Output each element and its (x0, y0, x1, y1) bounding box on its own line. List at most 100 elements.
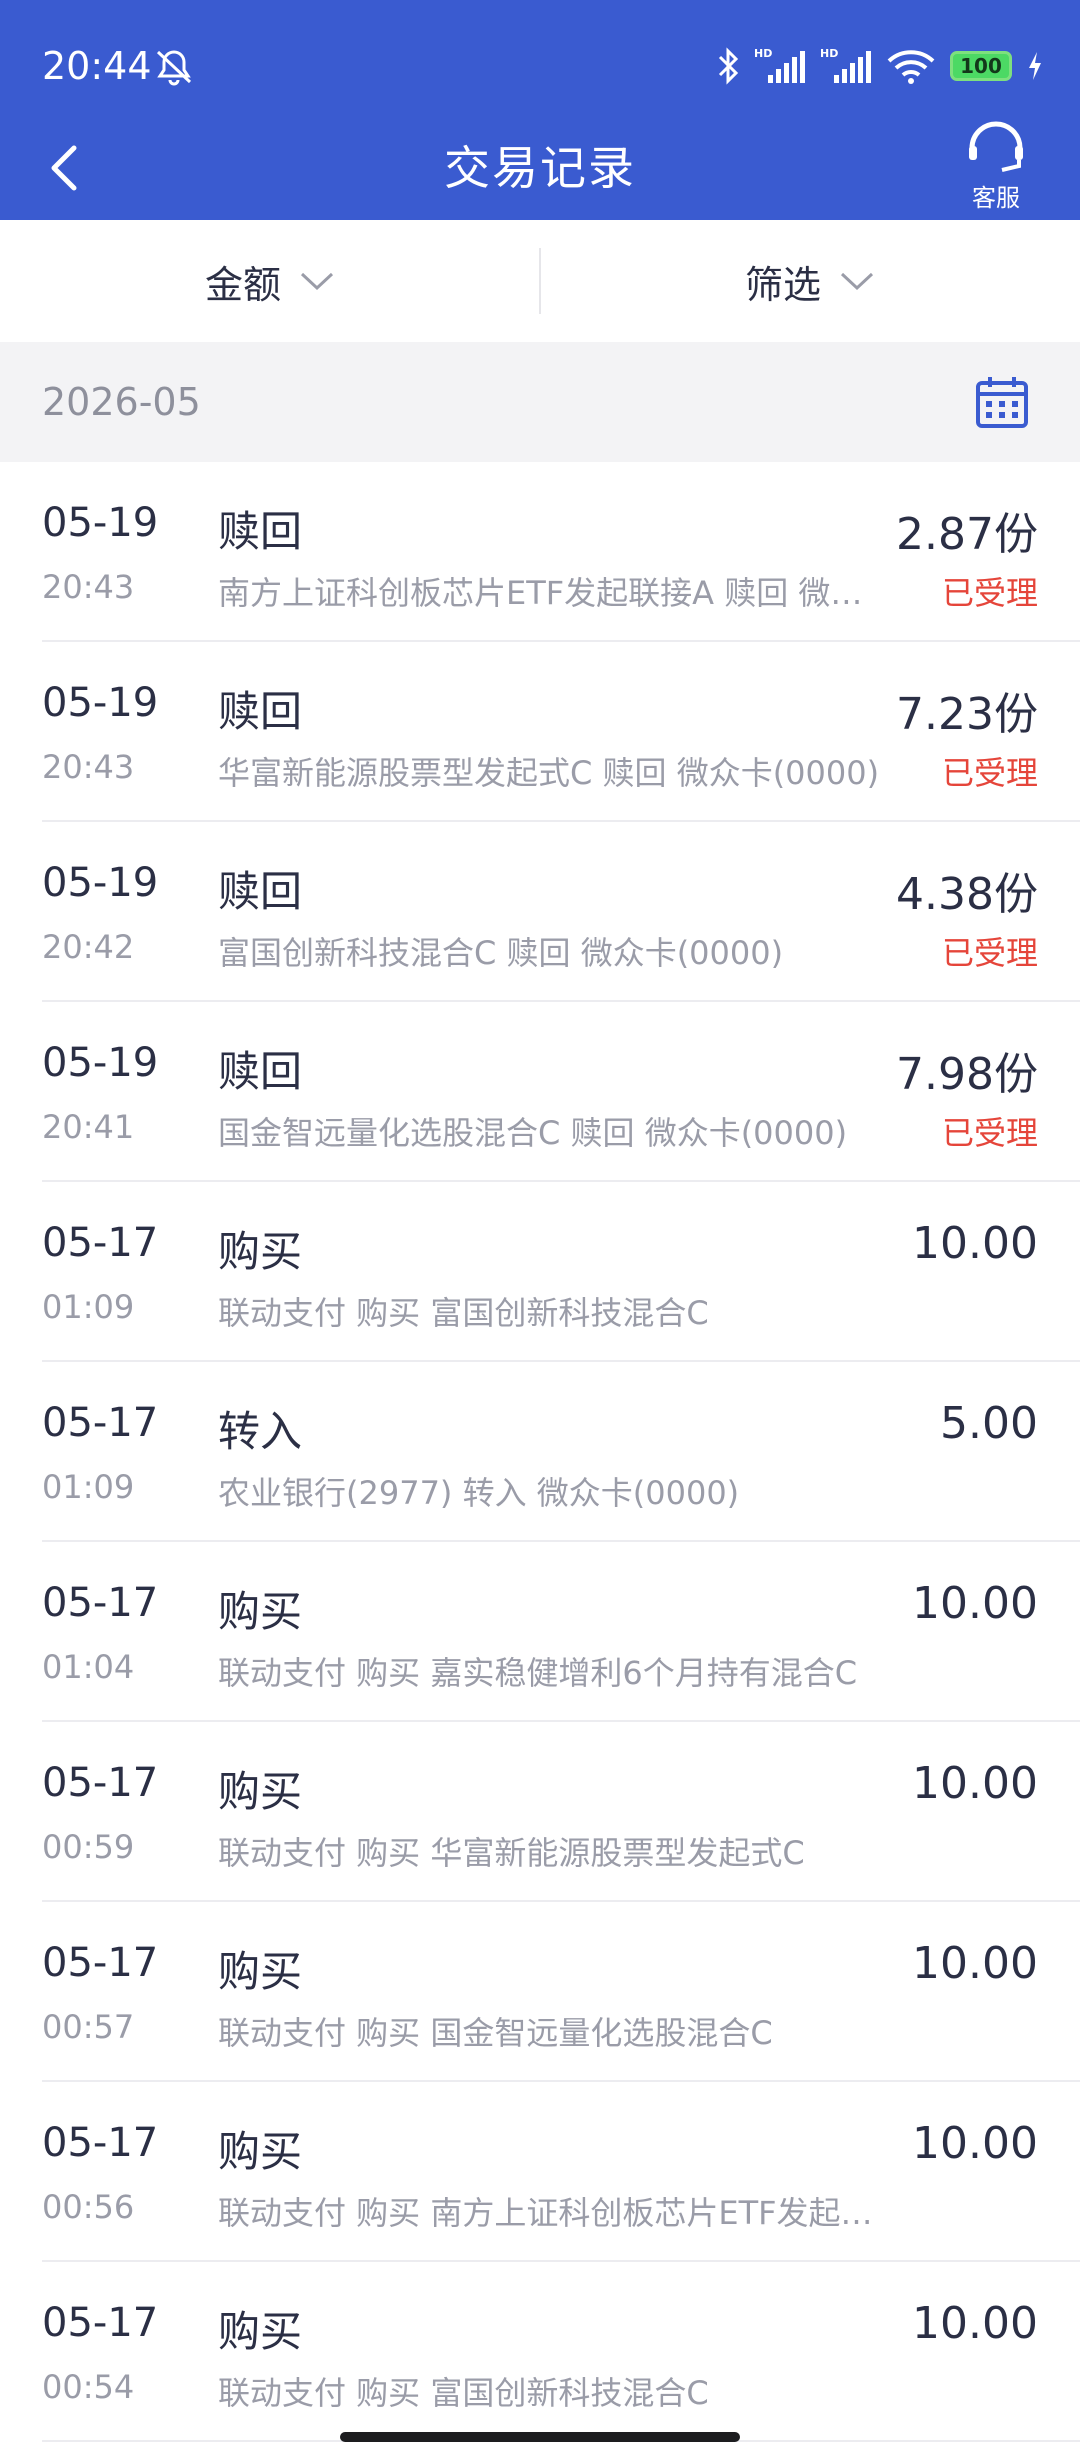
calendar-icon[interactable] (974, 374, 1030, 430)
tx-status: 已受理 (941, 1114, 1038, 1152)
tx-date: 05-17 (42, 1220, 159, 1266)
bluetooth-icon (718, 47, 739, 85)
amount-dropdown[interactable]: 金额 (0, 220, 540, 342)
tx-description: 联动支付 购买 富国创新科技混合C (218, 2374, 709, 2412)
tx-time: 00:59 (42, 1828, 135, 1866)
transaction-row[interactable]: 05-17 01:04 购买 联动支付 购买 嘉实稳健增利6个月持有混合C 10… (0, 1542, 1080, 1722)
tx-date: 05-17 (42, 1940, 159, 1986)
tx-amount: 10.00 (912, 2298, 1038, 2349)
transaction-list: 05-19 20:43 赎回 南方上证科创板芯片ETF发起联接A 赎回 微众卡(… (0, 462, 1080, 2442)
transaction-row[interactable]: 05-19 20:42 赎回 富国创新科技混合C 赎回 微众卡(0000) 4.… (0, 822, 1080, 1002)
signal-hd-icon-2: HD (820, 47, 871, 83)
home-indicator[interactable] (340, 2432, 740, 2442)
transaction-row[interactable]: 05-17 01:09 转入 农业银行(2977) 转入 微众卡(0000) 5… (0, 1362, 1080, 1542)
mute-bell-icon (156, 50, 192, 86)
tx-type: 购买 (218, 2307, 303, 2356)
tx-amount: 7.23份 (896, 689, 1038, 740)
tx-time: 01:09 (42, 1288, 135, 1326)
tx-time: 01:04 (42, 1648, 135, 1686)
status-bar: 20:44 HD HD 100 (0, 0, 1080, 135)
tx-description: 富国创新科技混合C 赎回 微众卡(0000) (218, 934, 784, 972)
tx-type: 转入 (218, 1407, 303, 1456)
transaction-row[interactable]: 05-17 01:09 购买 联动支付 购买 富国创新科技混合C 10.00 (0, 1182, 1080, 1362)
tx-type: 赎回 (218, 507, 303, 556)
tx-date: 05-17 (42, 1760, 159, 1806)
tx-description: 联动支付 购买 南方上证科创板芯片ETF发起联接A (218, 2194, 888, 2232)
tx-amount: 4.38份 (896, 869, 1038, 920)
tx-time: 00:54 (42, 2368, 135, 2406)
tx-description: 联动支付 购买 国金智远量化选股混合C (218, 2014, 773, 2052)
transaction-row[interactable]: 05-17 00:59 购买 联动支付 购买 华富新能源股票型发起式C 10.0… (0, 1722, 1080, 1902)
chevron-down-icon (840, 272, 874, 291)
tx-amount: 10.00 (912, 1758, 1038, 1809)
wifi-icon (887, 50, 935, 84)
transaction-row[interactable]: 05-17 00:57 购买 联动支付 购买 国金智远量化选股混合C 10.00 (0, 1902, 1080, 2082)
filter-dropdown-label: 筛选 (744, 262, 821, 307)
tx-time: 20:42 (42, 928, 135, 966)
tx-time: 20:41 (42, 1108, 135, 1146)
headset-icon (969, 121, 1023, 172)
tx-amount: 10.00 (912, 1938, 1038, 1989)
tx-amount: 10.00 (912, 1578, 1038, 1629)
tx-time: 20:43 (42, 748, 135, 786)
tx-description: 华富新能源股票型发起式C 赎回 微众卡(0000) (218, 754, 880, 792)
tx-time: 01:09 (42, 1468, 135, 1506)
status-icons: HD HD 100 (716, 46, 1044, 86)
tx-type: 赎回 (218, 1047, 303, 1096)
tx-description: 联动支付 购买 富国创新科技混合C (218, 1294, 709, 1332)
tx-description: 联动支付 购买 华富新能源股票型发起式C (218, 1834, 805, 1872)
tx-status: 已受理 (941, 934, 1038, 972)
filter-dropdown[interactable]: 筛选 (540, 220, 1080, 342)
charging-icon (1029, 52, 1041, 80)
tx-date: 05-17 (42, 2120, 159, 2166)
tx-date: 05-17 (42, 1400, 159, 1446)
chevron-down-icon (300, 272, 334, 291)
nav-bar: 交易记录 客服 (0, 120, 1080, 220)
tx-time: 00:56 (42, 2188, 135, 2226)
tx-description: 农业银行(2977) 转入 微众卡(0000) (218, 1474, 740, 1512)
customer-service-button[interactable]: 客服 (960, 114, 1032, 214)
month-header: 2026-05 (0, 342, 1080, 462)
tx-amount: 5.00 (940, 1398, 1038, 1449)
tx-date: 05-17 (42, 2300, 159, 2346)
tx-amount: 7.98份 (896, 1049, 1038, 1100)
tx-time: 20:43 (42, 568, 135, 606)
tx-description: 南方上证科创板芯片ETF发起联接A 赎回 微众卡(0000) (218, 574, 888, 612)
transaction-row[interactable]: 05-19 20:43 赎回 南方上证科创板芯片ETF发起联接A 赎回 微众卡(… (0, 462, 1080, 642)
tx-type: 购买 (218, 1227, 303, 1276)
tx-type: 赎回 (218, 867, 303, 916)
transaction-row[interactable]: 05-19 20:43 赎回 华富新能源股票型发起式C 赎回 微众卡(0000)… (0, 642, 1080, 822)
tx-amount: 10.00 (912, 2118, 1038, 2169)
svg-text:HD: HD (820, 47, 838, 60)
tx-amount: 2.87份 (896, 509, 1038, 560)
tx-date: 05-17 (42, 1580, 159, 1626)
tx-amount: 10.00 (912, 1218, 1038, 1269)
battery-icon: 100 (950, 51, 1012, 81)
transaction-row[interactable]: 05-19 20:41 赎回 国金智远量化选股混合C 赎回 微众卡(0000) … (0, 1002, 1080, 1182)
tx-type: 购买 (218, 1587, 303, 1636)
status-time: 20:44 (42, 44, 152, 88)
transaction-row[interactable]: 05-17 00:54 购买 联动支付 购买 富国创新科技混合C 10.00 (0, 2262, 1080, 2442)
signal-hd-icon: HD (754, 47, 805, 83)
tx-type: 购买 (218, 1947, 303, 1996)
month-label: 2026-05 (42, 380, 201, 424)
tx-date: 05-19 (42, 860, 159, 906)
tx-type: 赎回 (218, 687, 303, 736)
tx-status: 已受理 (941, 754, 1038, 792)
amount-dropdown-label: 金额 (204, 262, 281, 307)
tx-status: 已受理 (941, 574, 1038, 612)
customer-service-label: 客服 (972, 184, 1020, 212)
tx-description: 联动支付 购买 嘉实稳健增利6个月持有混合C (218, 1654, 858, 1692)
tx-type: 购买 (218, 1767, 303, 1816)
tx-type: 购买 (218, 2127, 303, 2176)
tx-time: 00:57 (42, 2008, 135, 2046)
filter-bar: 金额 筛选 (0, 220, 1080, 342)
page-title: 交易记录 (444, 141, 636, 195)
header: 20:44 HD HD 100 交易记录 客服 (0, 0, 1080, 220)
svg-text:HD: HD (754, 47, 772, 60)
tx-date: 05-19 (42, 500, 159, 546)
tx-date: 05-19 (42, 1040, 159, 1086)
transaction-row[interactable]: 05-17 00:56 购买 联动支付 购买 南方上证科创板芯片ETF发起联接A… (0, 2082, 1080, 2262)
tx-description: 国金智远量化选股混合C 赎回 微众卡(0000) (218, 1114, 848, 1152)
tx-date: 05-19 (42, 680, 159, 726)
